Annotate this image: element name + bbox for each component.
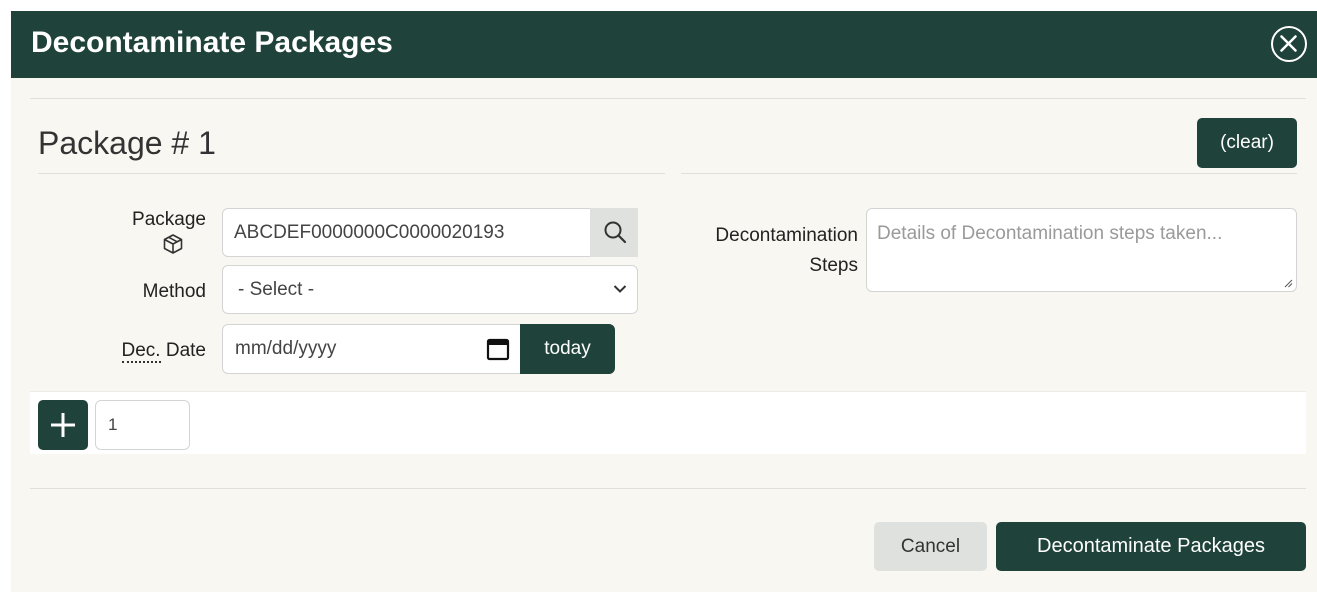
box-icon	[163, 234, 183, 254]
calendar-icon[interactable]	[486, 337, 510, 361]
resize-grip-icon[interactable]	[1283, 278, 1293, 288]
decontaminate-modal: Decontaminate Packages Package # 1 (clea…	[11, 11, 1317, 592]
divider	[38, 173, 665, 174]
footer-divider	[30, 488, 1306, 489]
method-label: Method	[142, 281, 206, 302]
package-section-title: Package # 1	[38, 125, 216, 161]
close-button[interactable]	[1271, 26, 1307, 62]
divider	[30, 98, 1306, 99]
method-select[interactable]: - Select -	[222, 265, 638, 314]
decontamination-steps-textarea[interactable]: Details of Decontamination steps taken..…	[866, 208, 1297, 292]
plus-icon	[51, 413, 75, 437]
date-input[interactable]: mm/dd/yyyy	[222, 324, 521, 374]
cancel-button[interactable]: Cancel	[874, 522, 987, 571]
package-input-group: ABCDEF0000000C0000020193	[222, 208, 638, 257]
package-label: Package	[132, 209, 206, 230]
package-input[interactable]: ABCDEF0000000C0000020193	[222, 208, 591, 257]
chevron-down-icon	[613, 285, 627, 293]
add-package-button[interactable]	[38, 400, 88, 450]
method-selected-value: - Select -	[238, 279, 315, 300]
modal-header: Decontaminate Packages	[11, 11, 1317, 78]
steps-placeholder: Details of Decontamination steps taken..…	[877, 223, 1223, 244]
steps-label-line2: Steps	[809, 255, 858, 276]
steps-label-line1: Decontamination	[715, 225, 858, 246]
search-button[interactable]	[590, 208, 638, 257]
date-label-text: Date	[160, 340, 206, 361]
decontamination-steps-label: Decontamination Steps	[661, 221, 858, 281]
close-icon	[1280, 35, 1297, 52]
add-package-strip: 1	[30, 391, 1306, 454]
decontaminate-packages-button[interactable]: Decontaminate Packages	[996, 522, 1306, 571]
dec-date-label: Dec. Date	[71, 340, 206, 363]
package-count-input[interactable]: 1	[95, 400, 190, 450]
dec-abbreviation: Dec.	[121, 340, 161, 363]
search-icon	[604, 221, 627, 244]
today-button[interactable]: today	[520, 324, 615, 374]
clear-button[interactable]: (clear)	[1197, 118, 1297, 168]
modal-title: Decontaminate Packages	[31, 26, 393, 59]
divider	[681, 173, 1297, 174]
